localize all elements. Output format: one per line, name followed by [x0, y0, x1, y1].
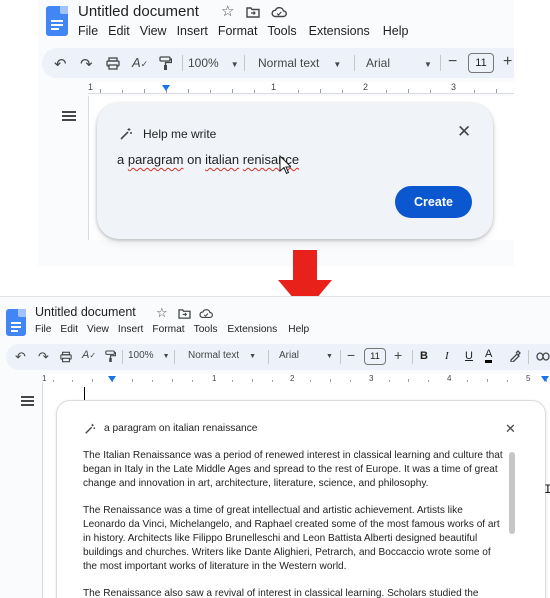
- increase-font-size-button[interactable]: +: [394, 347, 402, 363]
- result-prompt: a paragram on italian renaissance: [104, 423, 258, 434]
- menu-view[interactable]: View: [87, 324, 109, 335]
- cloud-status-icon[interactable]: [199, 308, 213, 319]
- decrease-font-size-button[interactable]: −: [448, 53, 457, 71]
- toolbar: ↶ ↷ A✓ 100% ▼ Normal text ▼ Arial ▼ − 11 + …: [6, 344, 550, 370]
- paragraph-style-select[interactable]: Normal text ▼: [258, 56, 341, 70]
- move-folder-icon[interactable]: [178, 308, 191, 319]
- menu-edit[interactable]: Edit: [108, 24, 130, 38]
- prompt-input[interactable]: a paragram on italian renisance: [117, 152, 299, 167]
- font-size-input[interactable]: 11: [364, 348, 386, 365]
- increase-font-size-button[interactable]: +: [503, 53, 512, 71]
- menu-view[interactable]: View: [140, 24, 167, 38]
- menu-extensions[interactable]: Extensions: [309, 24, 370, 38]
- menu-insert[interactable]: Insert: [177, 24, 208, 38]
- close-icon[interactable]: ✕: [457, 122, 471, 142]
- star-icon[interactable]: ☆: [156, 306, 168, 319]
- indent-marker[interactable]: [162, 85, 170, 91]
- close-icon[interactable]: ✕: [505, 421, 516, 437]
- menu-edit[interactable]: Edit: [60, 324, 78, 335]
- spellcheck-icon[interactable]: A✓: [82, 349, 96, 361]
- ruler: 1 1 2 3 4: [88, 82, 514, 94]
- text-cursor-icon: [279, 155, 291, 175]
- undo-icon[interactable]: ↶: [15, 349, 26, 365]
- menu-extensions[interactable]: Extensions: [227, 324, 277, 335]
- redo-icon[interactable]: ↷: [80, 55, 93, 73]
- decrease-font-size-button[interactable]: −: [347, 347, 355, 363]
- print-icon[interactable]: [106, 57, 120, 70]
- mouse-ibeam-cursor: I: [544, 482, 550, 497]
- menu-file[interactable]: File: [35, 324, 51, 335]
- create-button[interactable]: Create: [395, 186, 472, 218]
- toolbar: ↶ ↷ A✓ 100% ▼ Normal text ▼ Arial ▼ − 11 +: [42, 48, 514, 78]
- zoom-select[interactable]: 100% ▼: [188, 56, 239, 70]
- result-paragraph: The Renaissance also saw a revival of in…: [83, 588, 479, 598]
- paragraph-style-select[interactable]: Normal text ▼: [188, 350, 256, 361]
- outline-icon[interactable]: [62, 111, 76, 122]
- document-title[interactable]: Untitled document: [78, 3, 199, 20]
- print-icon[interactable]: [60, 351, 72, 363]
- help-me-write-card: Help me write ✕ a paragram on italian re…: [97, 103, 493, 239]
- bold-button[interactable]: B: [420, 350, 428, 362]
- undo-icon[interactable]: ↶: [54, 55, 67, 73]
- menu-help[interactable]: Help: [288, 324, 309, 335]
- document-title[interactable]: Untitled document: [35, 305, 136, 319]
- result-paragraph: The Italian Renaissance was a period of …: [83, 450, 503, 490]
- magic-pen-icon: [85, 423, 96, 434]
- outline-icon[interactable]: [21, 396, 34, 406]
- menu-bar: File Edit View Insert Format Tools Exten…: [35, 324, 309, 335]
- font-select[interactable]: Arial ▼: [366, 56, 432, 70]
- text-caret: [84, 387, 85, 400]
- font-select[interactable]: Arial ▼: [279, 350, 333, 361]
- result-scrollbar[interactable]: [509, 452, 515, 534]
- font-size-input[interactable]: 11: [468, 53, 494, 73]
- menu-format[interactable]: Format: [218, 24, 258, 38]
- insert-link-icon[interactable]: [536, 352, 550, 361]
- paint-format-icon[interactable]: [159, 56, 172, 71]
- cloud-status-icon[interactable]: [271, 6, 287, 18]
- before-panel: Untitled document ☆ File Edit View Inser…: [38, 0, 514, 266]
- menu-insert[interactable]: Insert: [118, 324, 143, 335]
- magic-pen-icon: [120, 128, 132, 140]
- spellcheck-icon[interactable]: A✓: [132, 55, 148, 70]
- help-me-write-heading: Help me write: [143, 127, 217, 141]
- text-color-button[interactable]: A: [485, 348, 493, 363]
- result-paragraph: The Renaissance was a time of great inte…: [83, 505, 500, 573]
- menu-bar: File Edit View Insert Format Tools Exten…: [78, 24, 409, 38]
- menu-tools[interactable]: Tools: [267, 24, 296, 38]
- highlight-pen-icon[interactable]: [509, 350, 521, 362]
- after-panel: Untitled document ☆ File Edit View Inser…: [0, 296, 550, 598]
- docs-logo-icon[interactable]: [6, 309, 26, 336]
- menu-format[interactable]: Format: [152, 324, 184, 335]
- zoom-select[interactable]: 100% ▼: [128, 350, 170, 361]
- redo-icon[interactable]: ↷: [38, 349, 49, 365]
- paint-format-icon[interactable]: [105, 350, 116, 363]
- star-icon[interactable]: ☆: [221, 4, 234, 19]
- italic-button[interactable]: I: [445, 350, 449, 362]
- menu-help[interactable]: Help: [383, 24, 409, 38]
- menu-file[interactable]: File: [78, 24, 98, 38]
- menu-tools[interactable]: Tools: [194, 324, 218, 335]
- move-folder-icon[interactable]: [246, 6, 260, 18]
- docs-logo-icon[interactable]: [46, 6, 68, 36]
- underline-button[interactable]: U: [465, 350, 473, 362]
